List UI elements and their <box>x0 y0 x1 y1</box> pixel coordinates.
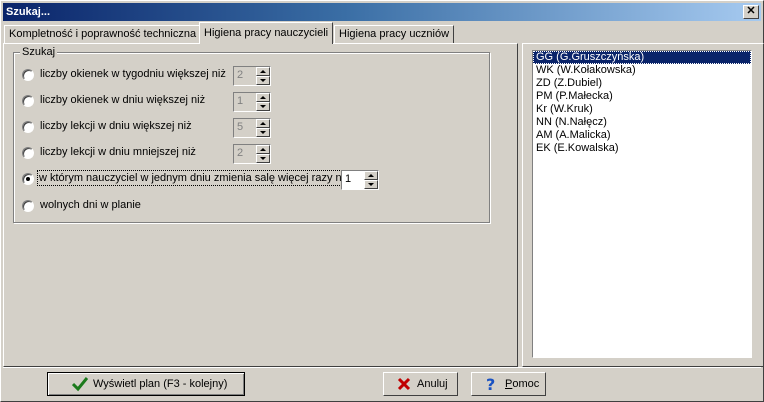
tab-higiena-uczniow[interactable]: Higiena pracy uczniów <box>334 25 455 43</box>
spin-down-arrow-icon[interactable] <box>364 180 378 189</box>
list-item[interactable]: GG (G.Gruszczyńska) <box>533 51 751 64</box>
option-label-room-changes[interactable]: w którym nauczyciel w jednym dniu zmieni… <box>37 170 352 186</box>
list-item[interactable]: EK (E.Kowalska) <box>533 142 751 155</box>
spinner-value: 1 <box>237 95 244 107</box>
list-item[interactable]: ZD (Z.Dubiel) <box>533 77 751 90</box>
option-label-lessons-more[interactable]: liczby lekcji w dniu większej niż <box>40 120 192 132</box>
tab-kompletnosc[interactable]: Kompletność i poprawność techniczna <box>4 25 202 43</box>
title-bar[interactable]: Szukaj... ✕ <box>3 3 761 21</box>
radio-room-changes[interactable] <box>22 173 34 185</box>
radio-lessons-more[interactable] <box>22 121 34 133</box>
spin-up-arrow-icon[interactable] <box>364 171 378 180</box>
show-plan-button[interactable]: Wyświetl plan (F3 - kolejny) <box>47 372 245 396</box>
option-row-free-days[interactable]: wolnych dni w planie <box>22 197 322 215</box>
window-title: Szukaj... <box>6 6 51 18</box>
list-item[interactable]: PM (P.Małecka) <box>533 90 751 103</box>
list-item[interactable]: WK (W.Kołakowska) <box>533 64 751 77</box>
spinner-weekly-gaps: 2 <box>233 66 271 86</box>
help-label: Pomoc <box>505 378 540 390</box>
cancel-label: Anuluj <box>417 378 448 390</box>
list-item[interactable]: NN (N.Nałęcz) <box>533 116 751 129</box>
separator <box>3 367 761 368</box>
spinner-room-changes[interactable]: 1 <box>341 170 379 190</box>
question-mark-icon: ? <box>484 375 500 394</box>
option-label-free-days[interactable]: wolnych dni w planie <box>40 199 141 211</box>
option-row-room-changes[interactable]: w którym nauczyciel w jednym dniu zmieni… <box>22 170 482 190</box>
spin-down-arrow-icon <box>256 76 270 85</box>
spinner-lessons-fewer: 2 <box>233 144 271 164</box>
option-row-daily-gaps[interactable]: liczby okienek w dniu większej niż 1 <box>22 92 482 112</box>
svg-text:?: ? <box>486 376 495 392</box>
spin-down-arrow-icon <box>256 128 270 137</box>
spin-down-arrow-icon <box>256 154 270 163</box>
list-item[interactable]: AM (A.Malicka) <box>533 129 751 142</box>
option-label-weekly-gaps[interactable]: liczby okienek w tygodniu większej niż <box>40 68 226 80</box>
spin-down-arrow-icon <box>256 102 270 111</box>
help-button[interactable]: ? Pomoc <box>471 372 546 396</box>
spin-up-arrow-icon <box>256 93 270 102</box>
spinner-value[interactable]: 1 <box>345 173 351 185</box>
spin-up-arrow-icon <box>256 145 270 154</box>
option-row-lessons-fewer[interactable]: liczby lekcji w dniu mniejszej niż 2 <box>22 144 482 164</box>
cross-icon <box>396 376 412 392</box>
radio-lessons-fewer[interactable] <box>22 147 34 159</box>
radio-daily-gaps[interactable] <box>22 95 34 107</box>
radio-weekly-gaps[interactable] <box>22 69 34 81</box>
option-label-daily-gaps[interactable]: liczby okienek w dniu większej niż <box>40 94 205 106</box>
tab-higiena-nauczycieli[interactable]: Higiena pracy nauczycieli <box>199 22 334 44</box>
search-group-legend: Szukaj <box>20 46 58 58</box>
option-label-lessons-fewer[interactable]: liczby lekcji w dniu mniejszej niż <box>40 146 196 158</box>
spinner-daily-gaps: 1 <box>233 92 271 112</box>
teacher-list[interactable]: GG (G.Gruszczyńska) WK (W.Kołakowska) ZD (… <box>532 50 752 358</box>
cancel-button[interactable]: Anuluj <box>383 372 458 396</box>
radio-free-days[interactable] <box>22 200 34 212</box>
close-button[interactable]: ✕ <box>743 5 759 19</box>
option-row-lessons-more[interactable]: liczby lekcji w dniu większej niż 5 <box>22 118 482 138</box>
spinner-lessons-more: 5 <box>233 118 271 138</box>
option-row-weekly-gaps[interactable]: liczby okienek w tygodniu większej niż 2 <box>22 66 482 86</box>
search-dialog: Szukaj... ✕ Kompletność i poprawność tec… <box>0 0 764 402</box>
checkmark-icon <box>71 376 89 392</box>
spinner-value: 5 <box>237 121 244 133</box>
search-group: Szukaj liczby okienek w tygodniu większe… <box>13 46 490 223</box>
list-item[interactable]: Kr (W.Kruk) <box>533 103 751 116</box>
teacher-hygiene-panel: Szukaj liczby okienek w tygodniu większe… <box>3 43 518 367</box>
spin-up-arrow-icon <box>256 67 270 76</box>
show-plan-label: Wyświetl plan (F3 - kolejny) <box>93 378 228 390</box>
spin-up-arrow-icon <box>256 119 270 128</box>
spinner-value: 2 <box>237 147 244 159</box>
spinner-value: 2 <box>237 69 244 81</box>
teacher-list-panel: GG (G.Gruszczyńska) WK (W.Kołakowska) ZD (… <box>522 43 764 367</box>
